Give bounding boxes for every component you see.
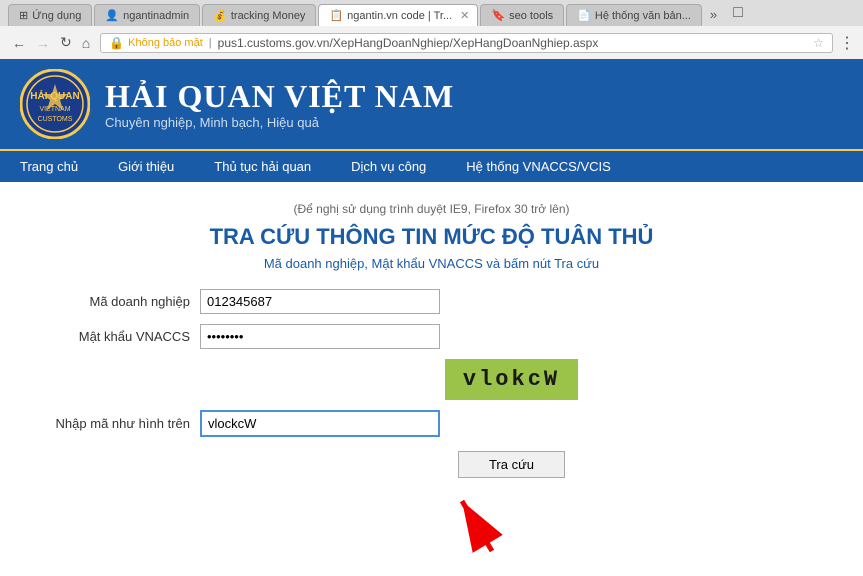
nav-he-thong-vnaccs[interactable]: Hệ thống VNACCS/VCIS	[446, 151, 631, 182]
nav-thu-tuc-hai-quan[interactable]: Thủ tục hải quan	[194, 151, 331, 182]
main-title: TRA CỨU THÔNG TIN MỨC ĐỘ TUÂN THỦ	[40, 224, 823, 250]
tab-he-thong-van-ban[interactable]: 📄 Hệ thống văn bản...	[566, 4, 702, 26]
tab-ngantin-code[interactable]: 📋 ngantin.vn code | Tr... ✕	[318, 4, 478, 26]
tab-favicon: ⊞	[19, 9, 28, 22]
red-arrow	[432, 486, 512, 556]
site-nav: Trang chủ Giới thiệu Thủ tục hải quan Dị…	[0, 149, 863, 182]
tab-favicon: 👤	[105, 9, 119, 22]
ma-dn-row: Mã doanh nghiệp	[40, 289, 823, 314]
tab-favicon: 📋	[329, 9, 343, 22]
form-table: Mã doanh nghiệp Mật khẩu VNACCS	[40, 289, 823, 349]
tab-favicon: 📄	[577, 9, 591, 22]
tab-close-icon[interactable]: ✕	[460, 9, 469, 22]
address-bar[interactable]: 🔒 Không bảo mật | pus1.customs.gov.vn/Xe…	[100, 33, 833, 53]
tab-ngantinadmin[interactable]: 👤 ngantinadmin	[94, 4, 200, 26]
browser-toolbar: ← → ↻ ⌂ 🔒 Không bảo mật | pus1.customs.g…	[0, 26, 863, 59]
site-title: HẢI QUAN VIỆT NAM	[105, 78, 454, 115]
tab-favicon: 🔖	[491, 9, 505, 22]
captcha-image: vlokcW	[445, 359, 578, 400]
browser-menu-icon[interactable]: ⋮	[839, 33, 855, 53]
tab-ung-dung[interactable]: ⊞ Ứng dụng	[8, 4, 92, 26]
mat-khau-input[interactable]	[200, 324, 440, 349]
site-title-area: HẢI QUAN VIỆT NAM Chuyên nghiệp, Minh bạ…	[105, 78, 454, 130]
submit-button[interactable]: Tra cứu	[458, 451, 565, 478]
nav-dich-vu-cong[interactable]: Dịch vụ công	[331, 151, 446, 182]
star-icon[interactable]: ☆	[813, 36, 824, 50]
site-subtitle: Chuyên nghiệp, Minh bạch, Hiệu quả	[105, 115, 454, 130]
nav-buttons: ← → ↻ ⌂	[8, 32, 94, 53]
tab-tracking-money[interactable]: 💰 tracking Money	[202, 4, 316, 26]
svg-text:CUSTOMS: CUSTOMS	[38, 116, 73, 123]
captcha-input[interactable]	[200, 410, 440, 437]
forward-button[interactable]: →	[32, 33, 54, 53]
main-content: (Để nghị sử dụng trình duyệt IE9, Firefo…	[0, 182, 863, 576]
tab-favicon: 💰	[213, 9, 227, 22]
site-logo: HẢI QUAN VIETNAM CUSTOMS	[20, 69, 90, 139]
hint-text: (Để nghị sử dụng trình duyệt IE9, Firefo…	[40, 202, 823, 216]
arrow-container	[120, 486, 823, 556]
ma-dn-input[interactable]	[200, 289, 440, 314]
captcha-row: vlokcW	[40, 359, 823, 400]
home-button[interactable]: ⌂	[78, 33, 94, 53]
site-header: HẢI QUAN VIETNAM CUSTOMS HẢI QUAN VIỆT N…	[0, 59, 863, 149]
lock-icon: 🔒	[109, 36, 124, 50]
sub-title: Mã doanh nghiệp, Mật khẩu VNACCS và bấm …	[40, 256, 823, 271]
not-secure-label: Không bảo mật	[128, 37, 203, 49]
nav-trang-chu[interactable]: Trang chủ	[0, 151, 98, 182]
separator: |	[209, 37, 212, 49]
nav-gioi-thieu[interactable]: Giới thiệu	[98, 151, 194, 182]
new-tab-icon[interactable]: □	[725, 0, 751, 26]
mat-khau-row: Mật khẩu VNACCS	[40, 324, 823, 349]
browser-tabs: ⊞ Ứng dụng 👤 ngantinadmin 💰 tracking Mon…	[0, 0, 863, 26]
mat-khau-label: Mật khẩu VNACCS	[40, 329, 200, 344]
captcha-input-row: Nhập mã như hình trên	[40, 410, 823, 437]
submit-row: Tra cứu	[200, 451, 823, 478]
tab-seo-tools[interactable]: 🔖 seo tools	[480, 4, 564, 26]
address-text: pus1.customs.gov.vn/XepHangDoanNghiep/Xe…	[218, 36, 810, 50]
ma-dn-label: Mã doanh nghiệp	[40, 294, 200, 309]
captcha-label: Nhập mã như hình trên	[40, 416, 200, 431]
page-content: HẢI QUAN VIETNAM CUSTOMS HẢI QUAN VIỆT N…	[0, 59, 863, 576]
back-button[interactable]: ←	[8, 33, 30, 53]
svg-text:VIETNAM: VIETNAM	[39, 106, 70, 113]
captcha-input-table: Nhập mã như hình trên	[40, 410, 823, 437]
more-tabs-icon[interactable]: »	[704, 3, 723, 26]
reload-button[interactable]: ↻	[56, 32, 76, 53]
